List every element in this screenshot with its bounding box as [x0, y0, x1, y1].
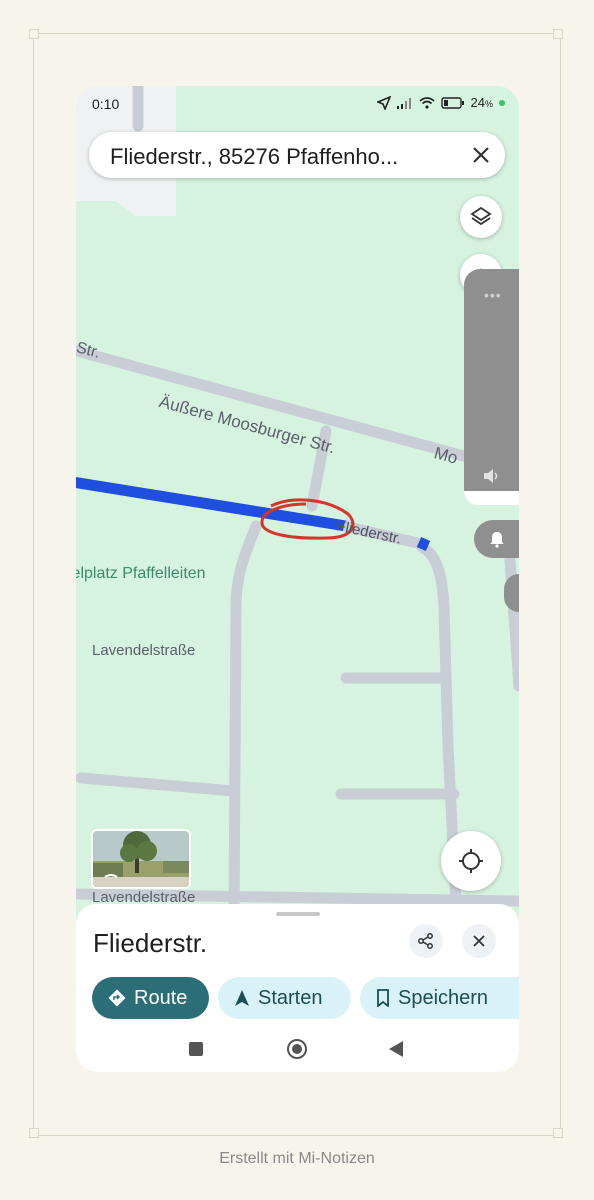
frame-corner — [29, 1128, 39, 1138]
speaker-icon[interactable] — [483, 468, 501, 484]
start-button[interactable]: Starten — [218, 977, 351, 1019]
crosshair-icon — [459, 849, 483, 873]
frame-corner — [553, 1128, 563, 1138]
system-nav-bar — [76, 1029, 519, 1067]
search-query[interactable]: Fliederstr., 85276 Pfaffenho... — [110, 144, 450, 170]
map-label-poi[interactable]: ielplatz Pfaffelleiten — [76, 565, 206, 583]
status-time: 0:10 — [92, 96, 120, 112]
location-arrow-icon — [376, 95, 391, 110]
frame-corner — [553, 29, 563, 39]
wifi-icon — [418, 96, 435, 109]
footer-caption: Erstellt mit Mi-Notizen — [219, 1150, 375, 1167]
battery-icon — [440, 96, 464, 109]
street-view-thumbnail[interactable] — [91, 829, 191, 889]
save-label: Speichern — [398, 986, 489, 1009]
volume-panel[interactable]: ••• — [464, 269, 519, 505]
charging-dot — [499, 99, 505, 106]
back-button[interactable] — [388, 1040, 404, 1058]
share-icon — [418, 933, 433, 949]
close-sheet-button[interactable] — [462, 924, 496, 958]
search-bar[interactable]: Fliederstr., 85276 Pfaffenho... — [89, 132, 505, 178]
layers-button[interactable] — [460, 196, 502, 238]
street-view-image — [93, 831, 189, 887]
sheet-drag-handle[interactable] — [276, 912, 320, 916]
battery-percent: 24% — [470, 95, 493, 110]
home-button[interactable] — [286, 1038, 308, 1060]
navigation-arrow-icon — [235, 990, 249, 1006]
side-handle[interactable] — [504, 574, 519, 612]
bell-icon — [489, 532, 504, 548]
layers-icon — [470, 206, 492, 226]
place-title: Fliederstr. — [93, 928, 208, 958]
volume-level — [464, 491, 519, 505]
frame-corner — [29, 29, 39, 39]
close-icon — [473, 935, 485, 947]
recents-button[interactable] — [188, 1041, 204, 1057]
phone-screenshot: Str. Äußere Moosburger Str. Mo Fliederst… — [76, 86, 519, 1072]
directions-icon — [108, 989, 126, 1007]
signal-icon — [396, 97, 411, 109]
save-button[interactable]: Speichern — [360, 977, 519, 1019]
route-button[interactable]: Route — [92, 977, 209, 1019]
share-button[interactable] — [409, 924, 443, 958]
start-label: Starten — [258, 986, 323, 1009]
bookmark-icon — [377, 989, 389, 1007]
drag-handle[interactable]: ••• — [484, 287, 502, 303]
close-search-button[interactable] — [471, 141, 491, 172]
ringer-button[interactable] — [474, 520, 519, 558]
status-bar: 0:10 24% — [76, 86, 519, 122]
close-icon — [473, 147, 489, 163]
route-label: Route — [134, 986, 188, 1009]
map-label-street: Lavendelstraße — [92, 642, 196, 659]
my-location-button[interactable] — [441, 831, 501, 891]
place-sheet: Fliederstr. Route Starten Speichern — [76, 904, 519, 1072]
